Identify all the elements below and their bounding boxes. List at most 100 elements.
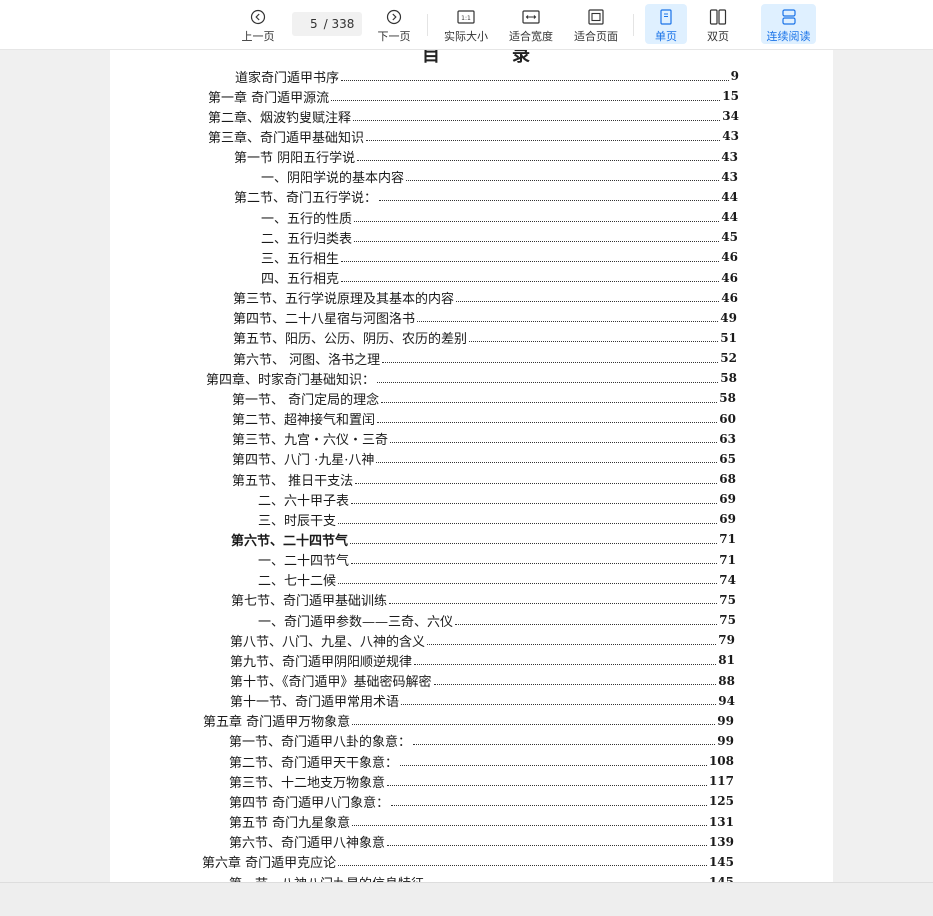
toc-entry[interactable]: 第六节、二十四节气 71 (231, 529, 736, 549)
next-page-button[interactable]: 下一页 (374, 4, 414, 44)
toc-entry[interactable]: 一、五行的性质 44 (261, 207, 738, 227)
toc-entry-title: 第四章、时家奇门基础知识： (206, 372, 376, 388)
toc-entry[interactable]: 第五章 奇门遁甲万物象意 99 (203, 711, 734, 731)
toc-entry[interactable]: 二、五行归类表 45 (261, 227, 738, 247)
toc-entry[interactable]: 第四节 奇门遁甲八门象意： 125 (229, 791, 734, 811)
toc-entry-page: 117 (708, 774, 734, 789)
viewer-toolbar: 上一页 / 338 下一页 1:1 实际大小 适合宽度 适合页面 单页 (0, 0, 933, 50)
toc-entry[interactable]: 第二节、奇门遁甲天干象意： 108 (229, 751, 734, 771)
toc-entry[interactable]: 第四节、八门 ·九星·八神 65 (232, 449, 736, 469)
toc-entry[interactable]: 第九节、奇门遁甲阴阳顺逆规律 81 (230, 650, 735, 670)
toc-entry[interactable]: 第七节、奇门遁甲基础训练 75 (231, 590, 736, 610)
continuous-reading-label: 连续阅读 (766, 30, 811, 43)
single-page-label: 单页 (655, 30, 677, 43)
toc-entry-page: 94 (718, 693, 735, 708)
fit-page-button[interactable]: 适合页面 (570, 4, 622, 44)
toc-entry[interactable]: 第六节、奇门遁甲八神象意 139 (229, 832, 734, 852)
toc-entry-title: 四、五行相克 (261, 272, 340, 287)
toc-entry-page: 60 (719, 411, 736, 426)
toc-entry-page: 75 (719, 592, 736, 607)
toc-entry-page: 46 (721, 290, 738, 305)
toc-leader-dots (352, 724, 716, 726)
toc-entry-title: 三、时辰干支 (258, 513, 337, 529)
toc-entry[interactable]: 第六节、 河图、洛书之理 52 (233, 348, 737, 368)
toc-entry[interactable]: 第三节、九宫・六仪・三奇 63 (232, 429, 736, 449)
toc-leader-dots (353, 119, 721, 121)
toc-entry[interactable]: 第十一节、奇门遁甲常用术语 94 (230, 691, 735, 711)
toc-entry[interactable]: 一、二十四节气 71 (258, 550, 736, 570)
toc-entry[interactable]: 三、时辰干支 69 (258, 509, 736, 529)
toc-leader-dots (338, 865, 707, 867)
toc-entry[interactable]: 第三节、十二地支万物象意 117 (229, 771, 734, 791)
fit-width-button[interactable]: 适合宽度 (505, 4, 557, 44)
toc-entry-page: 63 (719, 431, 736, 446)
toc-entry-page: 125 (708, 794, 734, 809)
toc-entry-title: 第二节、超神接气和置闰 (232, 413, 376, 429)
toc-leader-dots (376, 462, 718, 464)
toc-leader-dots (433, 684, 717, 685)
toc-entry[interactable]: 第五节 奇门九星象意 131 (229, 812, 734, 832)
continuous-reading-button[interactable]: 连续阅读 (761, 4, 816, 44)
toc-entry[interactable]: 第一节、 奇门定局的理念 58 (232, 388, 736, 408)
toc-entry[interactable]: 道家奇门遁甲书序 9 (235, 66, 739, 86)
toc-entry[interactable]: 第八节、八门、九星、八神的含义 79 (230, 630, 735, 650)
toc-leader-dots (413, 744, 716, 746)
toc-leader-dots (341, 79, 729, 81)
toc-leader-dots (417, 321, 719, 323)
toc-leader-dots (366, 139, 721, 141)
toc-entry[interactable]: 第一节 阴阳五行学说 43 (234, 147, 738, 167)
toc-entry-page: 145 (708, 875, 734, 882)
toc-entry[interactable]: 第四节、二十八星宿与河图洛书 49 (233, 308, 737, 328)
toc-entry-title: 第三节、十二地支万物象意 (229, 775, 386, 791)
toc-entry[interactable]: 一、奇门遁甲参数——三奇、六仪 75 (258, 610, 736, 630)
toc-leader-dots (400, 764, 707, 766)
toc-entry[interactable]: 第十节、《奇门遁甲》基础密码解密 88 (230, 671, 735, 691)
toc-entry-title: 第六章 奇门遁甲克应论 (202, 856, 337, 872)
toc-entry-title: 二、七十二候 (258, 574, 337, 590)
toc-entry[interactable]: 第三章、奇门遁甲基础知识 43 (208, 126, 739, 146)
toc-entry[interactable]: 第三节、五行学说原理及其基本的内容 46 (233, 288, 738, 308)
page-number-input[interactable] (299, 17, 318, 31)
toc-entry-title: 第六节、 河图、洛书之理 (233, 352, 381, 368)
toc-leader-dots (391, 804, 707, 806)
double-page-button[interactable]: 双页 (697, 4, 739, 44)
toc-entry[interactable]: 第二节、奇门五行学说： 44 (234, 187, 738, 207)
toc-entry[interactable]: 第一节、奇门遁甲八卦的象意： 99 (229, 731, 734, 751)
toc-entry[interactable]: 三、五行相生 46 (261, 247, 738, 267)
toc-entry-title: 第三节、九宫・六仪・三奇 (232, 433, 389, 449)
toc-leader-dots (401, 704, 717, 706)
single-page-button[interactable]: 单页 (645, 4, 687, 44)
toc-entry[interactable]: 第二节、超神接气和置闰 60 (232, 409, 736, 429)
toc-entry[interactable]: 一、阴阳学说的基本内容 43 (261, 167, 738, 187)
toc-leader-dots (377, 422, 718, 424)
toc-entry-title: 二、五行归类表 (261, 231, 353, 247)
actual-size-label: 实际大小 (444, 30, 488, 43)
toc-entry-page: 49 (720, 310, 737, 325)
toc-entry-title: 第六节、奇门遁甲八神象意 (229, 836, 386, 852)
toc-leader-dots (390, 442, 718, 444)
toc-entry-title: 二、六十甲子表 (258, 493, 350, 509)
document-viewport[interactable]: 目 录 道家奇门遁甲书序 9 第一章 奇门遁甲源流 15 第二章、烟波钓叟赋注释 34 第三… (0, 49, 933, 882)
toc-entry-title: 第一节、 奇门定局的理念 (232, 392, 380, 408)
toolbar-divider (427, 14, 428, 36)
prev-page-button[interactable]: 上一页 (238, 4, 278, 44)
toc-leader-dots (341, 281, 720, 282)
toc-entry[interactable]: 第六章 奇门遁甲克应论 145 (202, 852, 734, 872)
toc-entry[interactable]: 第一节、八神八门九星的信息特征 145 (229, 872, 734, 882)
toc-entry[interactable]: 四、五行相克 46 (261, 268, 738, 288)
toc-entry[interactable]: 第二章、烟波钓叟赋注释 34 (208, 106, 739, 126)
toc-entry-title: 第四节、二十八星宿与河图洛书 (233, 312, 416, 328)
actual-size-button[interactable]: 1:1 实际大小 (440, 4, 492, 44)
toc-leader-dots (355, 482, 718, 484)
toc-entry[interactable]: 二、六十甲子表 69 (258, 489, 736, 509)
toc-entry[interactable]: 二、七十二候 74 (258, 570, 736, 590)
toc-entry[interactable]: 第四章、时家奇门基础知识： 58 (206, 368, 737, 388)
toc-entry-title: 道家奇门遁甲书序 (235, 70, 340, 86)
toc-entry[interactable]: 第五节、阳历、公历、阴历、农历的差别 51 (233, 328, 737, 348)
toc-entry-page: 65 (719, 451, 736, 466)
toc-entry[interactable]: 第一章 奇门遁甲源流 15 (208, 86, 739, 106)
toc-entry-page: 46 (721, 250, 738, 265)
toc-entry[interactable]: 第五节、 推日干支法 68 (232, 469, 736, 489)
toc-entry-page: 58 (719, 391, 736, 406)
toc-leader-dots (406, 180, 720, 182)
